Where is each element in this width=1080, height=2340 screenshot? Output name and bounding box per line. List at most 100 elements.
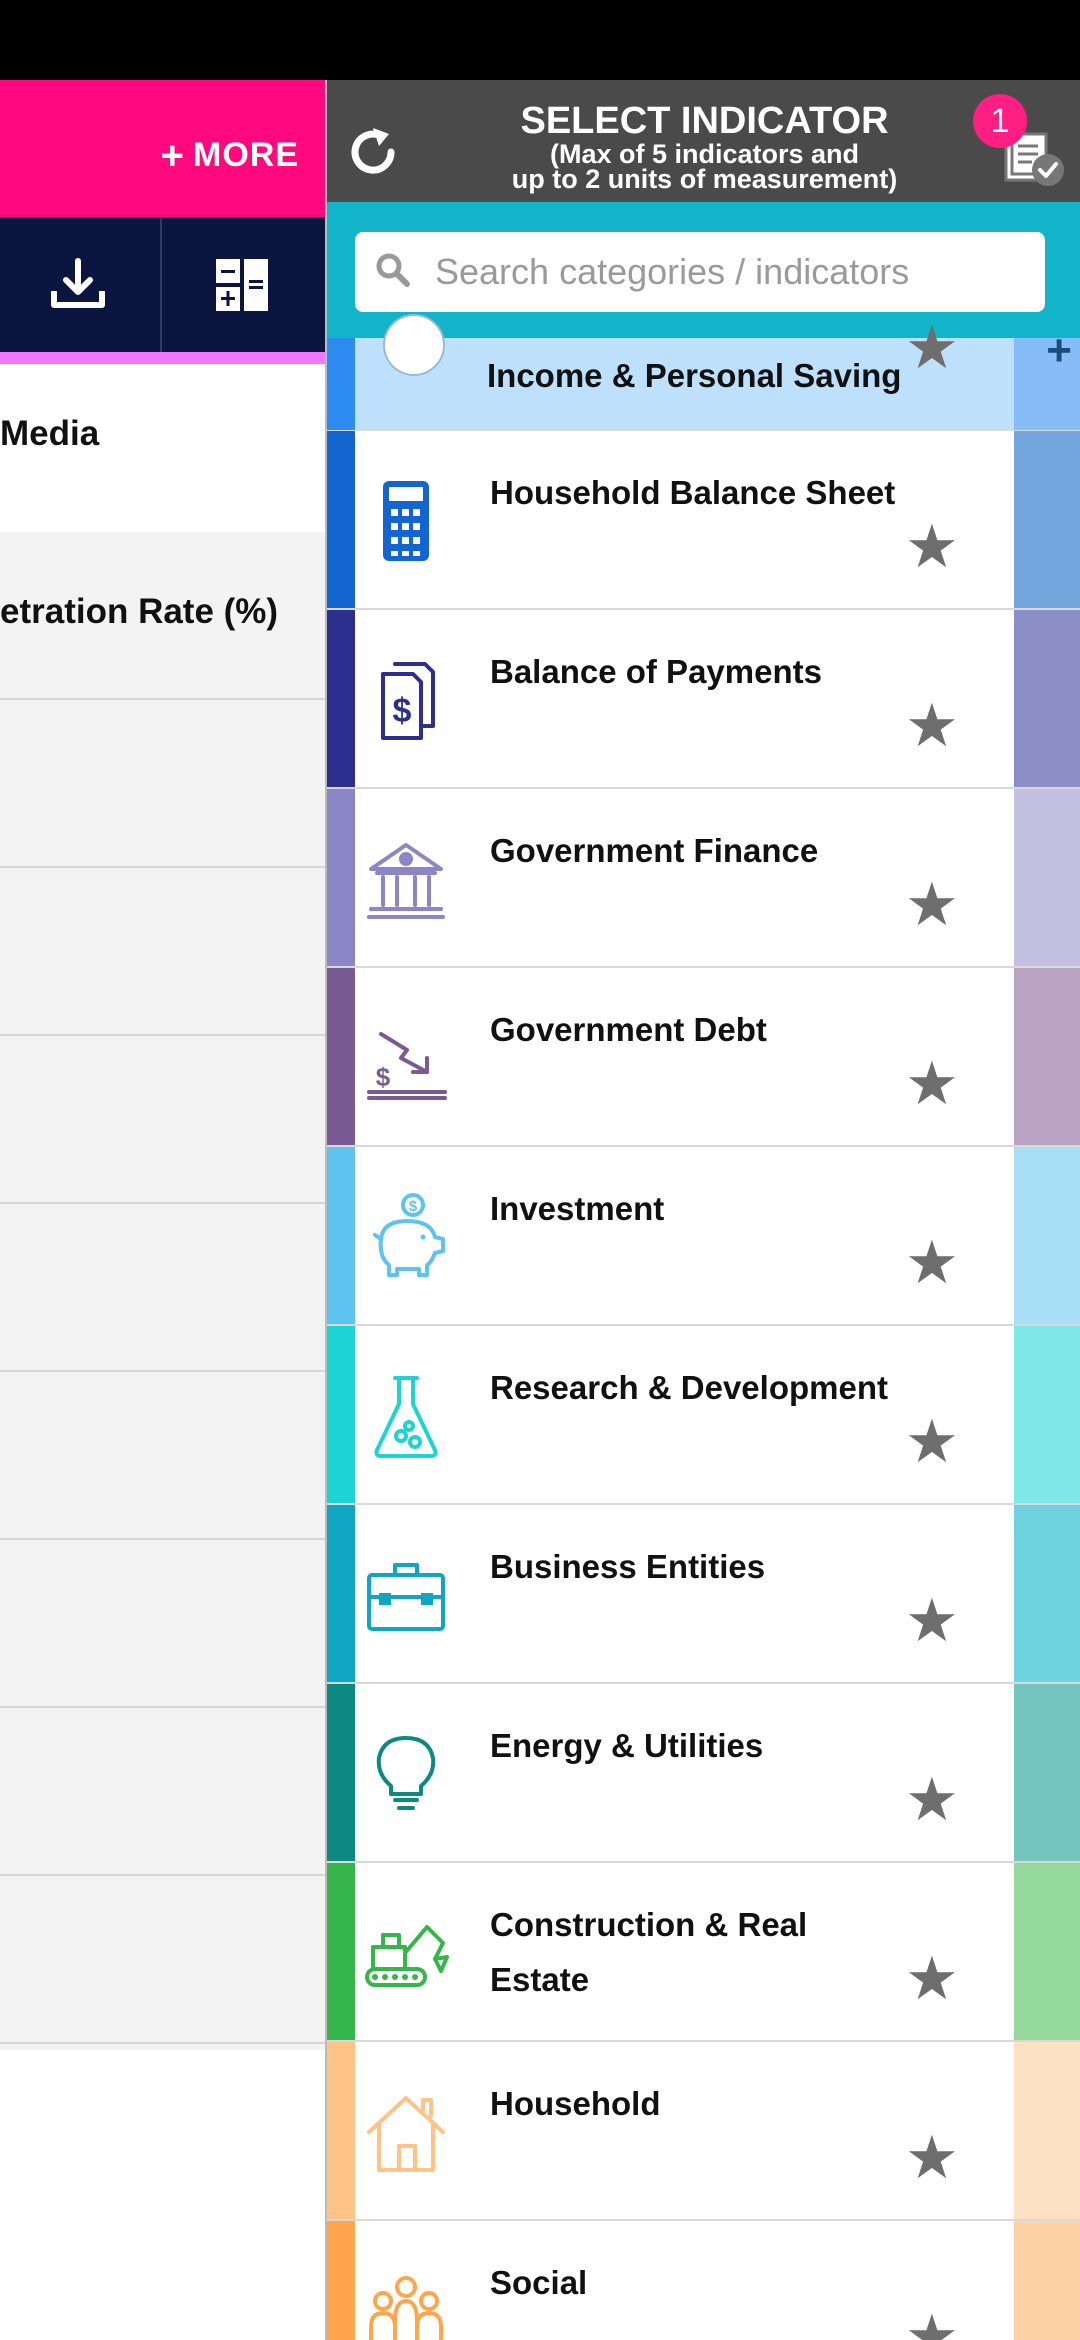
left-row[interactable] (0, 1204, 325, 1372)
category-color-bar (327, 610, 355, 787)
svg-text:$: $ (409, 1198, 418, 1215)
category-color-bar (327, 789, 355, 966)
category-expand-tab[interactable] (1014, 1505, 1080, 1682)
left-row[interactable] (0, 1372, 325, 1540)
house-icon (367, 2096, 445, 2172)
category-radio-button[interactable] (383, 314, 445, 376)
category-label: Income & Personal Saving (487, 357, 902, 394)
category-label: Government Finance (490, 832, 819, 869)
left-row[interactable]: Media (0, 364, 325, 534)
category-label: Research & Development (490, 1369, 888, 1406)
category-item[interactable]: $ Balance of Payments ★ (327, 610, 1080, 789)
svg-text:$: $ (376, 1062, 391, 1092)
favorite-star-icon[interactable]: ★ (905, 1054, 959, 1114)
favorite-star-icon[interactable]: ★ (905, 1233, 959, 1293)
left-bottom-area (0, 2050, 325, 2340)
favorite-star-icon[interactable]: ★ (905, 2128, 959, 2188)
more-label: MORE (193, 136, 299, 174)
category-expand-tab[interactable] (1014, 1684, 1080, 1861)
search-icon (376, 253, 410, 287)
search-input[interactable] (435, 240, 1025, 304)
status-bar (0, 0, 1080, 80)
category-item[interactable]: Energy & Utilities ★ (327, 1684, 1080, 1863)
category-item[interactable]: Household Balance Sheet ★ (327, 431, 1080, 610)
select-indicator-drawer: SELECT INDICATOR (Max of 5 indicators an… (325, 80, 1080, 2340)
piggy-bank-icon: $ (373, 1193, 445, 1277)
category-item[interactable]: Research & Development ★ (327, 1326, 1080, 1505)
category-expand-tab[interactable] (1014, 2221, 1080, 2340)
category-label: Business Entities (490, 1548, 766, 1585)
dollar-documents-icon: $ (381, 662, 435, 740)
favorite-star-icon[interactable]: ★ (905, 1591, 959, 1651)
calculator-icon (383, 481, 429, 561)
category-color-bar (327, 1505, 355, 1682)
category-item[interactable]: Construction & Real Estate ★ (327, 1863, 1080, 2042)
toolbar (0, 217, 325, 352)
calculator-grid-icon[interactable] (212, 255, 272, 315)
category-item[interactable]: $ Government Debt ★ (327, 968, 1080, 1147)
category-expand-tab[interactable] (1014, 968, 1080, 1145)
favorite-star-icon[interactable]: ★ (905, 875, 959, 935)
drawer-subtitle: (Max of 5 indicators and up to 2 units o… (327, 141, 1080, 194)
category-item[interactable]: Household ★ (327, 2042, 1080, 2221)
drawer-title: SELECT INDICATOR (520, 100, 889, 142)
family-icon (369, 2276, 443, 2340)
category-color-bar (327, 1684, 355, 1861)
category-label: Household Balance Sheet (490, 474, 896, 511)
favorite-star-icon[interactable]: ★ (905, 2307, 959, 2340)
category-label: Household (490, 2085, 661, 2122)
svg-text:$: $ (393, 692, 412, 730)
more-button[interactable]: + MORE (161, 136, 299, 176)
category-expand-tab[interactable] (1014, 610, 1080, 787)
left-row[interactable] (0, 1708, 325, 1876)
left-row-label: etration Rate (%) (0, 592, 279, 631)
category-expand-tab[interactable] (1014, 1326, 1080, 1503)
favorite-star-icon[interactable]: ★ (905, 696, 959, 756)
left-row-label: Media (0, 414, 100, 453)
category-expand-tab[interactable] (1014, 2042, 1080, 2219)
drawer-header: SELECT INDICATOR (Max of 5 indicators an… (327, 80, 1080, 202)
category-expand-tab[interactable] (1014, 1863, 1080, 2040)
category-expand-tab[interactable] (1014, 789, 1080, 966)
category-label: Investment (490, 1190, 665, 1227)
left-row[interactable] (0, 1540, 325, 1708)
category-color-bar (327, 968, 355, 1145)
debt-down-icon: $ (367, 1032, 447, 1100)
category-color-bar (327, 431, 355, 608)
expand-plus-icon[interactable]: + (1046, 326, 1072, 376)
favorite-star-icon[interactable]: ★ (905, 1949, 959, 2009)
selected-count-badge: 1 (973, 94, 1027, 148)
category-label: Balance of Payments (490, 653, 822, 690)
category-item[interactable]: Government Finance ★ (327, 789, 1080, 968)
left-row[interactable] (0, 700, 325, 868)
toolbar-divider (160, 217, 162, 352)
category-color-bar (327, 1326, 355, 1503)
favorite-star-icon[interactable]: ★ (905, 318, 959, 378)
accent-line (0, 352, 325, 364)
category-label: Construction & Real Estate (490, 1906, 808, 1998)
category-item[interactable]: + Income & Personal Saving ★ (327, 314, 1080, 432)
category-expand-tab[interactable] (1014, 431, 1080, 608)
download-icon[interactable] (48, 255, 108, 315)
favorite-star-icon[interactable]: ★ (905, 1770, 959, 1830)
subtitle-line-2: up to 2 units of measurement) (511, 164, 898, 194)
left-row[interactable] (0, 1876, 325, 2044)
left-row[interactable]: etration Rate (%) (0, 532, 325, 700)
category-item[interactable]: $ Investment ★ (327, 1147, 1080, 1326)
flask-icon (374, 1376, 438, 1458)
category-item[interactable]: Business Entities ★ (327, 1505, 1080, 1684)
category-label: Energy & Utilities (490, 1727, 764, 1764)
category-item[interactable]: Social ★ (327, 2221, 1080, 2340)
category-color-bar (327, 338, 355, 430)
search-box[interactable] (355, 232, 1045, 312)
favorite-star-icon[interactable]: ★ (905, 517, 959, 577)
category-color-bar (327, 2221, 355, 2340)
left-row[interactable] (0, 868, 325, 1036)
left-row[interactable] (0, 1036, 325, 1204)
category-color-bar (327, 1863, 355, 2040)
category-expand-tab[interactable] (1014, 1147, 1080, 1324)
more-bar: + MORE (0, 80, 325, 217)
category-label: Government Debt (490, 1011, 767, 1048)
favorite-star-icon[interactable]: ★ (905, 1412, 959, 1472)
background-screen: + MORE Media etration Rate (%) (0, 80, 325, 2340)
